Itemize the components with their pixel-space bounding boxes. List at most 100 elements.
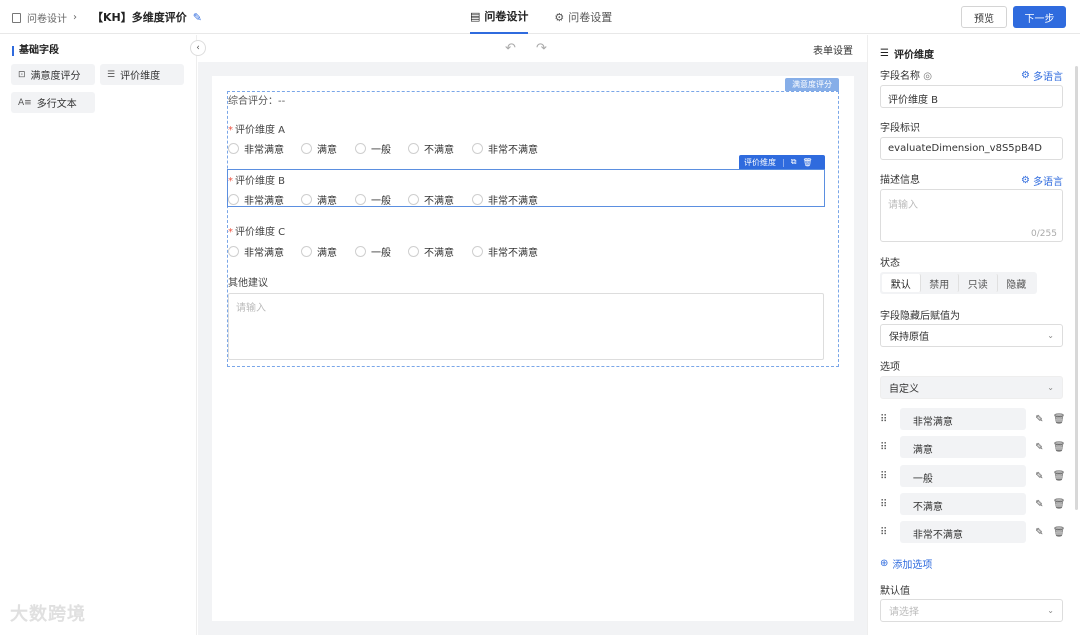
other-suggestions-label[interactable]: 其他建议 [228, 274, 268, 289]
field-dimension[interactable]: ☰ 评价维度 [100, 64, 184, 85]
radio-circle[interactable] [408, 246, 419, 257]
hidden-value-label: 字段隐藏后赋值为 [880, 311, 960, 322]
chevron-right-icon: › [73, 12, 77, 23]
form-settings-link[interactable]: 表单设置 [813, 42, 853, 57]
state-disabled[interactable]: 禁用 [921, 274, 959, 292]
multilang-link-desc[interactable]: ⚙ 多语言 [1021, 173, 1063, 188]
radio-option[interactable]: 不满意 [408, 141, 472, 156]
radio-option[interactable]: 一般 [355, 141, 408, 156]
drag-handle-icon[interactable]: ⠿ [880, 499, 892, 510]
other-suggestions-textarea[interactable]: 请输入 [228, 293, 824, 360]
options-source-select[interactable]: 自定义 ⌄ [880, 376, 1063, 399]
radio-circle[interactable] [355, 194, 366, 205]
drag-handle-icon[interactable]: ⠿ [880, 442, 892, 453]
radio-circle[interactable] [355, 246, 366, 257]
trash-icon[interactable]: 🗑 [1052, 414, 1066, 425]
breadcrumb[interactable]: 问卷设计 › [12, 10, 77, 25]
trash-icon[interactable]: 🗑 [1052, 499, 1066, 510]
state-hidden[interactable]: 隐藏 [998, 274, 1036, 292]
page-title: 【KH】多维度评价 ✎ [92, 9, 202, 25]
tab-settings-label: 问卷设置 [568, 11, 613, 24]
radio-option[interactable]: 满意 [301, 141, 355, 156]
field-name-input[interactable]: 评价维度 B [880, 85, 1063, 108]
option-input[interactable]: 非常满意 [899, 408, 1027, 430]
undo-icon[interactable]: ↶ [505, 41, 516, 56]
radio-option[interactable]: 满意 [301, 244, 355, 259]
radio-option[interactable]: 满意 [301, 192, 355, 207]
next-step-button[interactable]: 下一步 [1013, 6, 1066, 28]
option-item: ⠿ 满意 ✎ 🗑 [880, 436, 1066, 458]
radio-circle[interactable] [408, 143, 419, 154]
trash-icon[interactable]: 🗑 [802, 158, 812, 167]
breadcrumb-label: 问卷设计 [27, 14, 67, 25]
edit-icon[interactable]: ✎ [1032, 442, 1046, 453]
option-input[interactable]: 不满意 [899, 493, 1027, 515]
add-option-label: 添加选项 [892, 560, 933, 571]
radio-option[interactable]: 非常满意 [228, 141, 301, 156]
radio-circle[interactable] [228, 143, 239, 154]
option-input[interactable]: 一般 [899, 465, 1027, 487]
radio-option[interactable]: 不满意 [408, 244, 472, 259]
collapse-panel-button[interactable]: ‹ [190, 40, 206, 56]
question-label-a[interactable]: * 评价维度 A [228, 121, 285, 136]
radio-circle[interactable] [355, 143, 366, 154]
drag-handle-icon[interactable]: ⠿ [880, 471, 892, 482]
multilang-link-name[interactable]: ⚙ 多语言 [1021, 68, 1063, 83]
add-option-button[interactable]: ⊕ 添加选项 [880, 556, 932, 571]
option-input[interactable]: 满意 [899, 436, 1027, 458]
radio-option[interactable]: 一般 [355, 244, 408, 259]
edit-icon[interactable]: ✎ [1032, 527, 1046, 538]
radio-circle[interactable] [301, 194, 312, 205]
radio-circle[interactable] [301, 143, 312, 154]
field-satisfaction-score[interactable]: ⊡ 满意度评分 [11, 64, 95, 85]
question-label-c[interactable]: * 评价维度 C [228, 223, 285, 238]
option-input[interactable]: 非常不满意 [899, 521, 1027, 543]
field-multiline-text[interactable]: A≡ 多行文本 [11, 92, 95, 113]
tab-design[interactable]: ▤ 问卷设计 [470, 0, 529, 34]
radio-option[interactable]: 非常不满意 [472, 192, 538, 207]
drag-handle-icon[interactable]: ⠿ [880, 527, 892, 538]
trash-icon[interactable]: 🗑 [1052, 471, 1066, 482]
radio-option[interactable]: 非常不满意 [472, 244, 538, 259]
tab-settings[interactable]: ⚙ 问卷设置 [554, 0, 612, 34]
radio-circle[interactable] [472, 246, 483, 257]
trash-icon[interactable]: 🗑 [1052, 527, 1066, 538]
panel-scrollbar[interactable] [1075, 66, 1078, 510]
eye-icon[interactable]: ◎ [923, 71, 932, 82]
radio-circle[interactable] [472, 194, 483, 205]
edit-icon[interactable]: ✎ [1032, 414, 1046, 425]
default-value-label: 默认值 [880, 586, 910, 597]
overall-score: 综合评分：-- [228, 96, 286, 107]
radio-circle[interactable] [301, 246, 312, 257]
edit-icon[interactable]: ✎ [1032, 499, 1046, 510]
option-label: 非常满意 [244, 248, 284, 259]
panel-title-text: 评价维度 [893, 50, 934, 61]
state-readonly[interactable]: 只读 [959, 274, 998, 292]
redo-icon[interactable]: ↷ [536, 41, 547, 56]
option-item: ⠿ 一般 ✎ 🗑 [880, 465, 1066, 487]
state-default[interactable]: 默认 [882, 274, 921, 292]
radio-option[interactable]: 非常满意 [228, 244, 301, 259]
edit-icon[interactable]: ✎ [1032, 471, 1046, 482]
copy-icon[interactable]: ⧉ [791, 157, 797, 167]
radio-option[interactable]: 非常满意 [228, 192, 301, 207]
drag-handle-icon[interactable]: ⠿ [880, 414, 892, 425]
chevron-down-icon: ⌄ [1047, 383, 1054, 392]
edit-title-icon[interactable]: ✎ [193, 11, 202, 24]
radio-option[interactable]: 一般 [355, 192, 408, 207]
radio-circle[interactable] [228, 194, 239, 205]
label-text: 字段名称 [880, 71, 920, 82]
radio-option[interactable]: 不满意 [408, 192, 472, 207]
radio-option[interactable]: 非常不满意 [472, 141, 538, 156]
select-value: 保持原值 [889, 332, 929, 343]
preview-button[interactable]: 预览 [961, 6, 1007, 28]
default-value-select[interactable]: 请选择 ⌄ [880, 599, 1063, 622]
radio-circle[interactable] [472, 143, 483, 154]
question-label-b[interactable]: * 评价维度 B [228, 172, 285, 187]
hidden-value-select[interactable]: 保持原值 ⌄ [880, 324, 1063, 347]
trash-icon[interactable]: 🗑 [1052, 442, 1066, 453]
radio-circle[interactable] [408, 194, 419, 205]
field-key-input[interactable]: evaluateDimension_v8S5pB4D [880, 137, 1063, 160]
plus-circle-icon: ⊕ [880, 558, 889, 569]
radio-circle[interactable] [228, 246, 239, 257]
